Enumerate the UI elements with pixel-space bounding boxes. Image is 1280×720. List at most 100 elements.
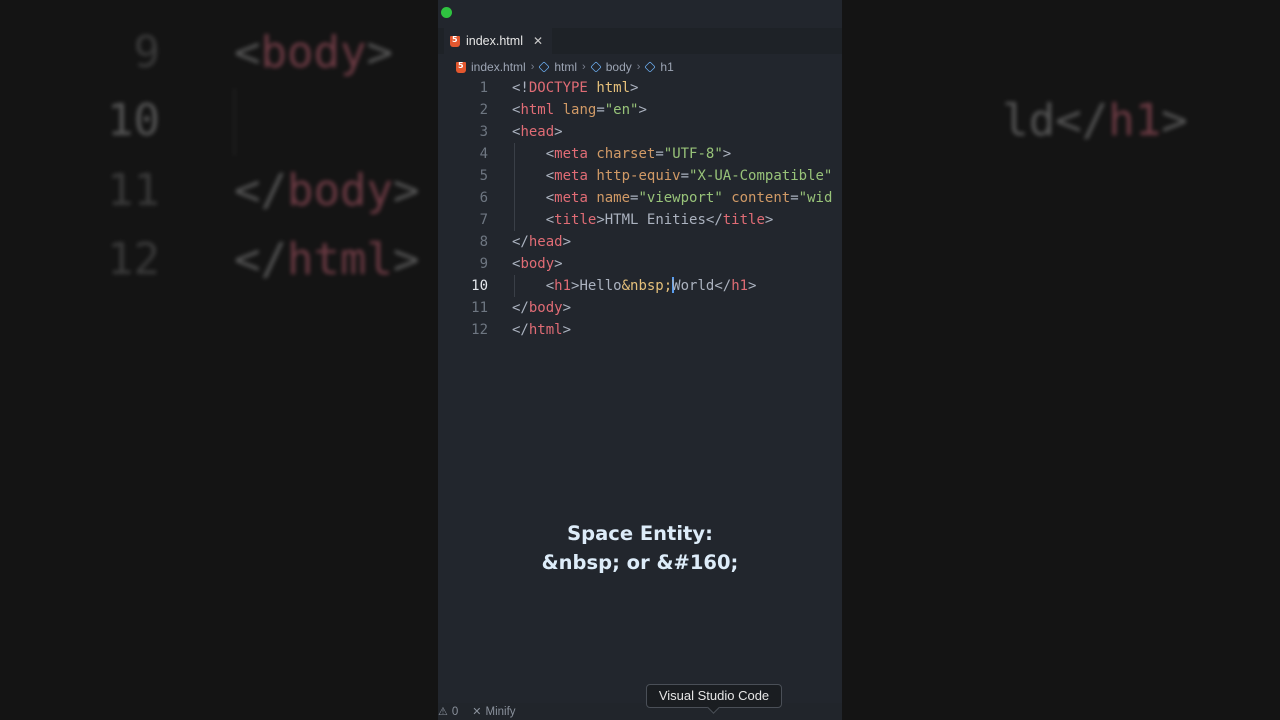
background-code-token: > (1161, 95, 1188, 146)
breadcrumb: index.html › html › body › h1 (456, 58, 674, 76)
background-code-token: </ (234, 165, 287, 216)
background-line-number: 10 (107, 95, 160, 146)
code-text: <!DOCTYPE html> (512, 77, 638, 99)
background-code-token: </ (234, 234, 287, 285)
code-token: > (748, 278, 757, 294)
code-text: <meta name="viewport" content="wid (512, 187, 833, 209)
breadcrumb-item-file[interactable]: index.html (456, 60, 526, 74)
line-number: 3 (479, 124, 488, 140)
code-token: &nbsp; (621, 278, 673, 294)
code-text: </head> (512, 231, 571, 253)
code-token: "wid (798, 190, 833, 206)
indent-guide (514, 275, 515, 297)
editor-panel: index.html ✕ index.html › html › body › (438, 0, 842, 720)
code-token: title (722, 212, 765, 228)
code-token: = (596, 102, 605, 118)
breadcrumb-item-html[interactable]: html (538, 60, 577, 74)
video-caption: Space Entity: &nbsp; or &#160; (438, 519, 842, 577)
code-token: meta (554, 168, 588, 184)
code-line[interactable]: 11 </body> (438, 297, 842, 319)
tab-label: index.html (466, 34, 523, 48)
code-text: <meta charset="UTF-8"> (512, 143, 732, 165)
background-code-token: body (260, 27, 367, 78)
code-token: < (512, 168, 555, 184)
background-line-number: 12 (107, 234, 160, 285)
code-line[interactable]: 9 <body> (438, 253, 842, 275)
code-token: h1 (554, 278, 572, 294)
element-icon (538, 61, 551, 73)
line-number: 11 (471, 300, 488, 316)
code-token: html (520, 102, 555, 118)
background-code-text: </html> (234, 225, 419, 295)
breadcrumb-item-body[interactable]: body (590, 60, 632, 74)
code-token: > (638, 102, 647, 118)
code-token: World</ (672, 278, 732, 294)
minify-button[interactable]: ✕ Minify (472, 705, 515, 718)
code-token: >Hello (571, 278, 622, 294)
background-code-token: < (234, 27, 261, 78)
code-text: </html> (512, 319, 571, 341)
chevron-right-icon: › (636, 61, 641, 73)
code-line[interactable]: 12 </html> (438, 319, 842, 341)
line-number: 5 (479, 168, 488, 184)
line-number: 2 (479, 102, 488, 118)
code-text: <head> (512, 121, 563, 143)
code-line[interactable]: 7 <title>HTML Enities</title> (438, 209, 842, 231)
tab-index-html[interactable]: index.html ✕ (444, 28, 552, 54)
code-token: > (554, 256, 563, 272)
code-line[interactable]: 2 <html lang="en"> (438, 99, 842, 121)
code-token: "UTF-8" (663, 146, 723, 162)
code-token: head (520, 124, 555, 140)
code-token: content (731, 190, 791, 206)
background-line-number: 11 (107, 165, 160, 216)
code-token: head (528, 234, 563, 250)
warning-icon: ⚠ (438, 705, 448, 718)
code-token: "en" (604, 102, 639, 118)
code-token: html (528, 322, 563, 338)
code-text: <h1>Hello&nbsp;World</h1> (512, 275, 756, 297)
background-code-token: html (286, 234, 393, 285)
code-text: </body> (512, 297, 571, 319)
chevron-right-icon: › (582, 61, 586, 73)
code-token: > (562, 300, 572, 316)
element-icon (644, 61, 657, 73)
code-token: </ (512, 322, 529, 338)
code-line[interactable]: 5 <meta http-equiv="X-UA-Compatible" (438, 165, 842, 187)
code-token: body (528, 300, 563, 316)
code-token: <! (512, 80, 529, 96)
close-icon[interactable]: ✕ (533, 34, 543, 48)
problems-indicator[interactable]: ⚠ 0 (438, 705, 458, 718)
code-line[interactable]: 10 <h1>Hello&nbsp;World</h1> (438, 275, 842, 297)
code-line[interactable]: 8 </head> (438, 231, 842, 253)
indent-guide (514, 143, 515, 231)
code-token: = (655, 146, 664, 162)
window-maximize-dot[interactable] (441, 7, 452, 18)
line-number: 8 (479, 234, 488, 250)
code-token: name (596, 190, 631, 206)
code-line[interactable]: 4 <meta charset="UTF-8"> (438, 143, 842, 165)
code-token: body (520, 256, 555, 272)
code-token: >HTML Enities</ (596, 212, 723, 228)
code-token: DOCTYPE (528, 80, 588, 96)
editor-window: index.html ✕ index.html › html › body › (438, 0, 842, 720)
line-number: 12 (471, 322, 488, 338)
line-number: 4 (479, 146, 488, 162)
code-token: > (554, 124, 563, 140)
code-line[interactable]: 3 <head> (438, 121, 842, 143)
line-number: 10 (471, 278, 488, 294)
code-token: < (512, 190, 555, 206)
background-code-token: > (366, 27, 393, 78)
code-token: > (562, 322, 572, 338)
background-code-token: > (392, 234, 420, 285)
background-code-token: < (234, 95, 473, 146)
code-line[interactable]: 1 <!DOCTYPE html> (438, 77, 842, 99)
code-token: < (512, 278, 555, 294)
chevron-right-icon: › (530, 61, 535, 73)
code-line[interactable]: 6 <meta name="viewport" content="wid (438, 187, 842, 209)
code-token: lang (562, 102, 597, 118)
code-token: meta (554, 190, 588, 206)
code-token: < (512, 212, 555, 228)
breadcrumb-item-h1[interactable]: h1 (644, 60, 674, 74)
